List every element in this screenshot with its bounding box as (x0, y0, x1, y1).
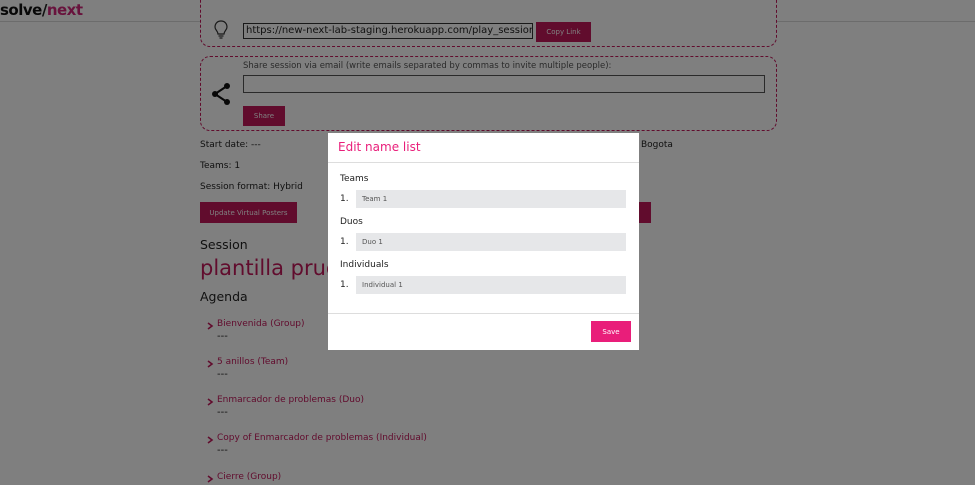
individuals-item-number: 1. (340, 280, 349, 290)
duos-label: Duos (340, 217, 363, 227)
individual-name-input[interactable]: Individual 1 (356, 276, 626, 294)
modal-title: Edit name list (338, 140, 421, 154)
duos-item-number: 1. (340, 237, 349, 247)
team-name-input[interactable]: Team 1 (356, 190, 626, 208)
individuals-label: Individuals (340, 260, 389, 270)
teams-item-number: 1. (340, 194, 349, 204)
duo-name-input[interactable]: Duo 1 (356, 233, 626, 251)
edit-name-list-modal: Edit name list Teams 1. Team 1 Duos 1. D… (328, 133, 639, 350)
teams-label: Teams (340, 174, 369, 184)
save-button[interactable]: Save (591, 321, 631, 342)
modal-footer-divider (328, 313, 639, 314)
modal-header: Edit name list (328, 133, 639, 163)
